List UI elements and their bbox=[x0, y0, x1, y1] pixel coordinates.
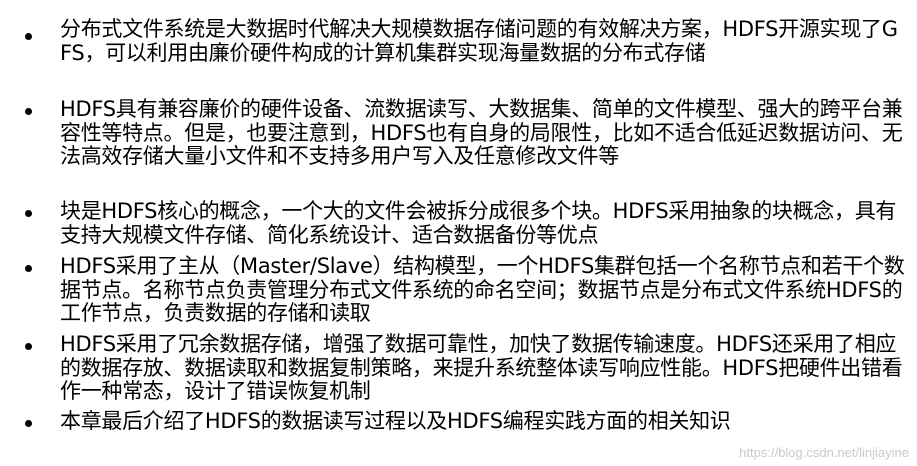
bullet-dot bbox=[25, 420, 32, 427]
bullet-text: HDFS采用了主从（Master/Slave）结构模型，一个HDFS集群包括一个… bbox=[60, 254, 905, 325]
bullet-text: 本章最后介绍了HDFS的数据读写过程以及HDFS编程实践方面的相关知识 bbox=[60, 409, 731, 433]
bullet-text: HDFS采用了冗余数据存储，增强了数据可靠性，加快了数据传输速度。HDFS还采用… bbox=[60, 332, 903, 403]
bullet-dot bbox=[25, 33, 32, 40]
bullet-dot bbox=[25, 343, 32, 350]
bullet-text: HDFS具有兼容廉价的硬件设备、流数据读写、大数据集、简单的文件模型、强大的跨平… bbox=[60, 97, 903, 168]
bullet-text: 分布式文件系统是大数据时代解决大规模数据存储问题的有效解决方案，HDFS开源实现… bbox=[60, 17, 898, 65]
bullet-text: 块是HDFS核心的概念，一个大的文件会被拆分成很多个块。HDFS采用抽象的块概念… bbox=[60, 199, 897, 247]
bullet-dot bbox=[25, 265, 32, 272]
bullet-dot bbox=[25, 210, 32, 217]
bullet-dot bbox=[25, 108, 32, 115]
watermark: https://blog.csdn.net/linjiayine bbox=[739, 445, 909, 460]
